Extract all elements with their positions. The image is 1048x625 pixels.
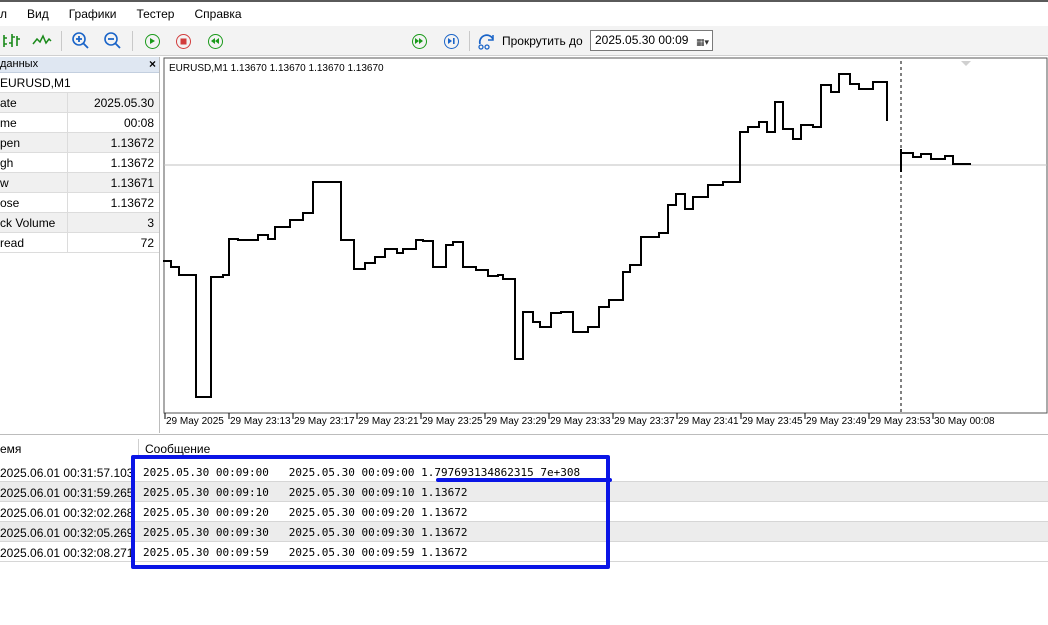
data-window-symbol: EURUSD,M1 — [0, 73, 159, 93]
data-window-key: ck Volume — [0, 213, 68, 232]
journal-time: 2025.06.01 00:31:57.103 — [0, 466, 134, 480]
scroll-date-value: 2025.05.30 00:09 — [595, 33, 689, 47]
data-window-row: gh 1.13672 — [0, 153, 159, 173]
x-axis-label: 29 May 23:29 — [486, 416, 547, 427]
data-window-row: ate 2025.05.30 — [0, 93, 159, 113]
journal-row[interactable]: 2025.06.01 00:31:59.265 2025.05.30 00:09:… — [0, 482, 1048, 502]
price-series-recent — [900, 149, 971, 172]
journal-message: 2025.05.30 00:09:20 2025.05.30 00:09:20 … — [143, 506, 468, 519]
x-axis-label: 29 May 23:13 — [230, 416, 291, 427]
journal-col-message[interactable]: Сообщение — [145, 442, 210, 456]
play-icon[interactable] — [141, 30, 163, 52]
calendar-dropdown-icon[interactable]: ▦▾ — [696, 33, 709, 52]
journal-time: 2025.06.01 00:32:02.268 — [0, 506, 134, 520]
bar-chart-icon[interactable] — [0, 30, 22, 52]
x-axis-label: 29 May 23:25 — [422, 416, 483, 427]
x-axis-label: 29 May 23:33 — [550, 416, 611, 427]
chart-frame — [163, 57, 1048, 414]
journal-time: 2025.06.01 00:32:08.271 — [0, 546, 134, 560]
journal-time: 2025.06.01 00:31:59.265 — [0, 486, 134, 500]
menu-item-tester[interactable]: Тестер — [126, 3, 184, 25]
chart-title: EURUSD,M1 1.13670 1.13670 1.13670 1.1367… — [169, 63, 384, 74]
journal-header: емя Сообщение — [0, 439, 1048, 459]
data-window-value: 2025.05.30 — [93, 96, 154, 110]
data-window-row: ck Volume 3 — [0, 213, 159, 233]
journal-col-time[interactable]: емя — [0, 442, 21, 456]
scroll-to-label: Прокрутить до — [502, 34, 583, 48]
rewind-icon[interactable] — [204, 30, 226, 52]
x-axis-label: 29 May 2025 — [166, 416, 224, 427]
journal-message: 2025.05.30 00:09:59 2025.05.30 00:09:59 … — [143, 546, 468, 559]
annotation-underline — [436, 478, 612, 482]
journal-row[interactable]: 2025.06.01 00:32:05.269 2025.05.30 00:09:… — [0, 522, 1048, 542]
data-window-key: ate — [0, 93, 68, 112]
menu-bar: л Вид Графики Тестер Справка — [0, 0, 1048, 26]
data-window-key: me — [0, 113, 68, 132]
price-chart[interactable]: 29 May 2025 29 May 23:13 29 May 23:17 29 Ma… — [163, 57, 1048, 433]
journal-message: 2025.05.30 00:09:30 2025.05.30 00:09:30 … — [143, 526, 468, 539]
x-axis-label: 29 May 23:21 — [358, 416, 419, 427]
menu-item-charts[interactable]: Графики — [59, 3, 127, 25]
data-window-row: me 00:08 — [0, 113, 159, 133]
data-window-value: 1.13671 — [110, 176, 154, 190]
shift-marker — [961, 61, 971, 66]
data-window-rows: ate 2025.05.30 me 00:08 pen 1.13672 gh 1.13672 w… — [0, 93, 159, 253]
data-window-header: данных × — [0, 57, 159, 73]
price-series — [163, 73, 888, 398]
data-window-key: ose — [0, 193, 68, 212]
zoom-out-icon[interactable] — [102, 30, 124, 52]
data-window-value: 1.13672 — [110, 136, 154, 150]
chart-canvas[interactable]: 29 May 2025 29 May 23:13 29 May 23:17 29 Ma… — [163, 57, 1048, 433]
x-axis-label: 29 May 23:41 — [678, 416, 739, 427]
x-axis-label: 29 May 23:45 — [742, 416, 803, 427]
data-window-row: pen 1.13672 — [0, 133, 159, 153]
journal-message: 2025.05.30 00:09:10 2025.05.30 00:09:10 … — [143, 486, 468, 499]
menu-item-view[interactable]: Вид — [17, 3, 59, 25]
x-axis-label: 29 May 23:37 — [614, 416, 675, 427]
stop-icon[interactable] — [172, 30, 194, 52]
data-window-row: w 1.13671 — [0, 173, 159, 193]
fast-forward-icon[interactable] — [408, 30, 430, 52]
data-window-key: pen — [0, 133, 68, 152]
data-window-title: данных — [0, 58, 39, 70]
data-window-value: 1.13672 — [110, 196, 154, 210]
journal-time: 2025.06.01 00:32:05.269 — [0, 526, 134, 540]
data-window-key: w — [0, 173, 68, 192]
data-window-key: read — [0, 233, 68, 252]
scroll-to-icon[interactable] — [476, 30, 498, 52]
data-window-value: 72 — [140, 236, 154, 250]
menu-item-file[interactable]: л — [0, 3, 17, 25]
data-window-value: 1.13672 — [110, 156, 154, 170]
scroll-date-picker[interactable]: 2025.05.30 00:09 ▦▾ — [590, 30, 713, 51]
zoom-in-icon[interactable] — [70, 30, 92, 52]
line-chart-icon[interactable] — [31, 30, 53, 52]
journal-row[interactable]: 2025.06.01 00:32:02.268 2025.05.30 00:09:… — [0, 502, 1048, 522]
journal-row[interactable]: 2025.06.01 00:32:08.271 2025.05.30 00:09:… — [0, 542, 1048, 562]
data-window-key: gh — [0, 153, 68, 172]
data-window: данных × EURUSD,M1 ate 2025.05.30 me 00:08 p… — [0, 57, 160, 433]
journal-panel: емя Сообщение 2025.06.01 00:31:57.103 202… — [0, 434, 1048, 625]
x-axis-label: 29 May 23:53 — [870, 416, 931, 427]
x-axis-label: 29 May 23:49 — [806, 416, 867, 427]
data-window-row: read 72 — [0, 233, 159, 253]
data-window-row: ose 1.13672 — [0, 193, 159, 213]
data-window-value: 3 — [147, 216, 154, 230]
close-icon[interactable]: × — [149, 57, 156, 72]
x-axis-label: 29 May 23:17 — [294, 416, 355, 427]
menu-item-help[interactable]: Справка — [184, 3, 251, 25]
terminal-window: л Вид Графики Тестер Справка Прокрутить … — [0, 0, 1048, 625]
step-forward-icon[interactable] — [440, 30, 462, 52]
data-window-value: 00:08 — [123, 116, 154, 130]
x-axis-label: 30 May 00:08 — [934, 416, 995, 427]
